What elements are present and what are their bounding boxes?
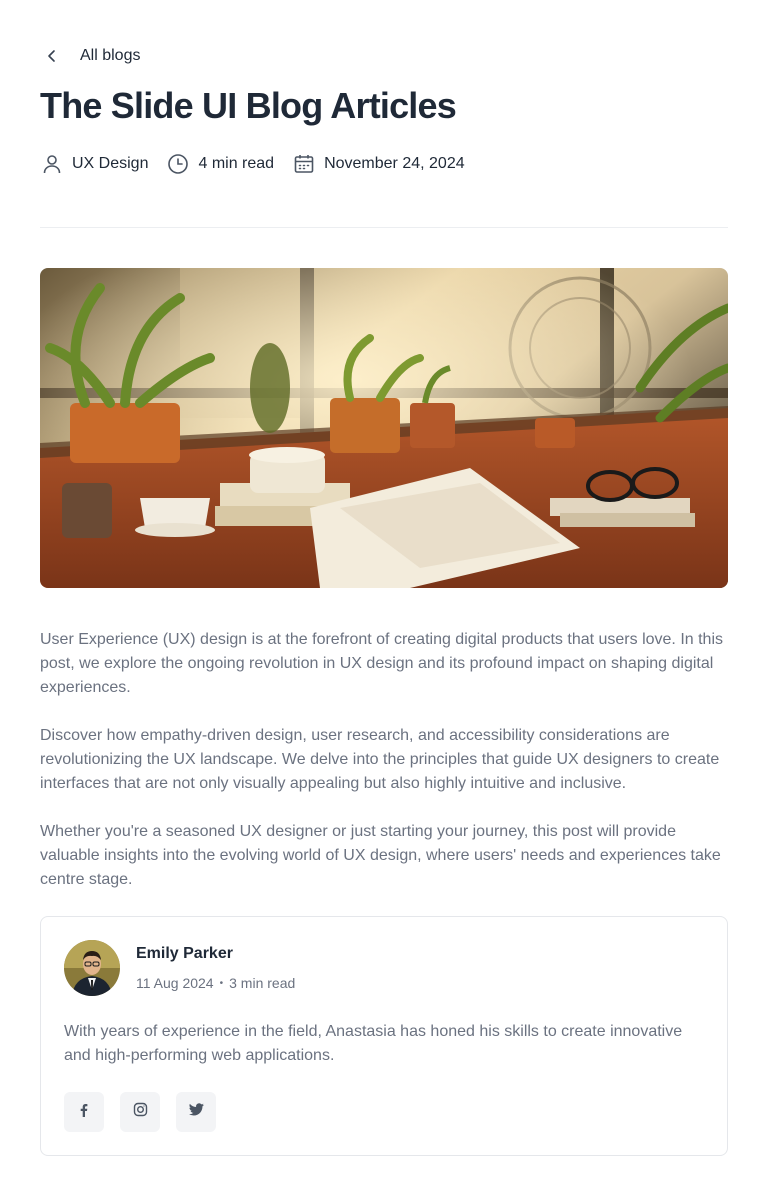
author-bio: With years of experience in the field, A… — [64, 1023, 683, 1064]
author-post-date: 11 Aug 2024 — [136, 975, 214, 991]
instagram-icon — [133, 1102, 148, 1122]
avatar — [64, 940, 120, 996]
date-label: November 24, 2024 — [324, 155, 465, 172]
twitter-icon — [188, 1103, 204, 1121]
instagram-button[interactable] — [120, 1092, 160, 1132]
twitter-button[interactable] — [176, 1092, 216, 1132]
clock-icon — [166, 152, 190, 176]
hero-image — [40, 268, 728, 588]
meta-separator: • — [219, 977, 224, 989]
article-body: User Experience (UX) design is at the fo… — [40, 628, 730, 916]
category-meta: UX Design — [40, 152, 148, 176]
category-label: UX Design — [72, 155, 149, 172]
article-paragraph: Whether you're a seasoned UX designer or… — [40, 823, 721, 888]
back-to-blogs-link[interactable]: All blogs — [40, 44, 140, 68]
chevron-left-icon — [40, 44, 64, 68]
author-read-time: 3 min read — [229, 975, 296, 991]
divider — [40, 227, 728, 228]
article-paragraph: User Experience (UX) design is at the fo… — [40, 631, 723, 696]
facebook-icon — [77, 1103, 91, 1122]
back-label: All blogs — [80, 47, 141, 64]
article-meta: UX Design 4 min read November 24, 2024 — [40, 152, 483, 176]
article-title: The Slide UI Blog Articles — [40, 85, 457, 126]
user-icon — [40, 152, 64, 176]
social-links — [64, 1092, 232, 1132]
author-meta: 11 Aug 2024 • 3 min read — [136, 975, 295, 991]
read-time-meta: 4 min read — [166, 152, 274, 176]
article-paragraph: Discover how empathy-driven design, user… — [40, 727, 720, 792]
date-meta: November 24, 2024 — [292, 152, 465, 176]
facebook-button[interactable] — [64, 1092, 104, 1132]
author-name: Emily Parker — [136, 945, 233, 962]
author-card: Emily Parker 11 Aug 2024 • 3 min read Wi… — [40, 916, 728, 1156]
read-time-label: 4 min read — [198, 155, 275, 172]
calendar-icon — [292, 152, 316, 176]
